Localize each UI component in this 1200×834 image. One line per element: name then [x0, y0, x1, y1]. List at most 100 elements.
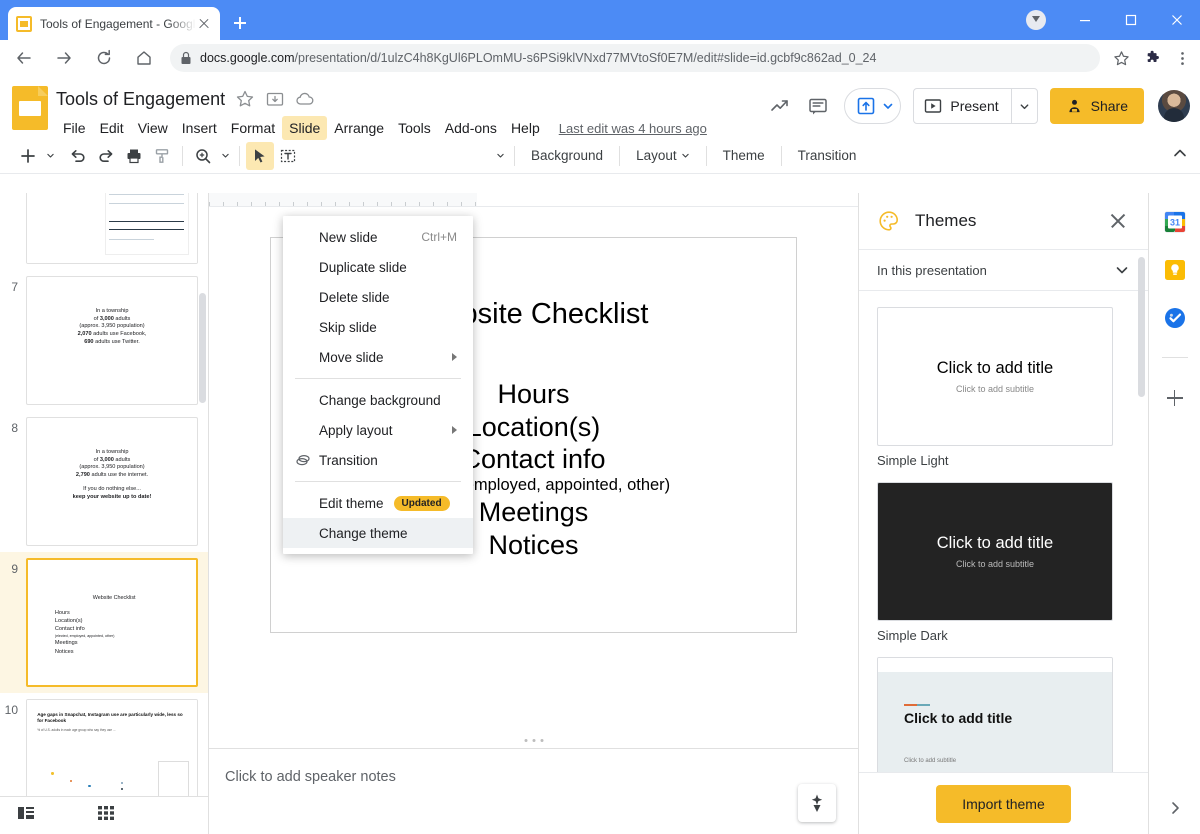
reload-button[interactable] — [88, 42, 120, 74]
menu-item-edit-theme[interactable]: Edit theme Updated — [283, 488, 473, 518]
grid-view-button[interactable] — [96, 803, 116, 828]
download-indicator-icon[interactable] — [1026, 10, 1046, 30]
google-tasks-icon[interactable] — [1164, 307, 1186, 329]
menu-edit[interactable]: Edit — [93, 116, 131, 140]
theme-thumbnail[interactable]: Click to add title Click to add subtitle — [877, 307, 1113, 446]
background-button[interactable]: Background — [521, 144, 613, 167]
menu-insert[interactable]: Insert — [175, 116, 224, 140]
paint-format-button[interactable] — [148, 142, 176, 170]
filmstrip-view-button[interactable] — [16, 803, 36, 828]
bookmark-star-icon[interactable] — [1106, 44, 1136, 72]
forward-button[interactable] — [48, 42, 80, 74]
theme-thumbnail[interactable]: Click to add title Click to add subtitle — [877, 482, 1113, 621]
thumbnail-side-panel — [157, 760, 189, 796]
menu-item-new-slide[interactable]: New slide Ctrl+M — [283, 222, 473, 252]
theme-thumbnail[interactable]: Click to add title Click to add subtitle — [877, 657, 1113, 772]
star-icon[interactable] — [235, 89, 255, 109]
user-avatar[interactable] — [1158, 90, 1190, 122]
new-slide-button[interactable] — [14, 142, 42, 170]
menu-view[interactable]: View — [131, 116, 175, 140]
menu-format[interactable]: Format — [224, 116, 282, 140]
themes-section-header[interactable]: In this presentation — [859, 249, 1148, 291]
present-button[interactable]: Present — [914, 89, 1010, 123]
import-theme-button[interactable]: Import theme — [936, 784, 1071, 823]
menu-item-move-slide[interactable]: Move slide — [283, 342, 473, 372]
menu-item-change-background[interactable]: Change background — [283, 385, 473, 415]
menu-item-apply-layout[interactable]: Apply layout — [283, 415, 473, 445]
share-button[interactable]: Share — [1049, 88, 1144, 124]
menu-arrange[interactable]: Arrange — [327, 116, 391, 140]
slide-thumbnail-selected[interactable]: Website Checklist Hours Location(s) Cont… — [26, 558, 198, 687]
transition-button[interactable]: Transition — [788, 144, 867, 167]
filmstrip-item-7[interactable]: 7 In a township of 3,000 adults (approx.… — [0, 270, 208, 411]
back-button[interactable] — [8, 42, 40, 74]
explore-button[interactable] — [798, 784, 836, 822]
google-calendar-icon[interactable]: 31 — [1164, 211, 1186, 233]
menu-file[interactable]: File — [56, 116, 93, 140]
text-box-button[interactable] — [274, 142, 302, 170]
expand-rail-button[interactable] — [1163, 796, 1187, 820]
select-tool-button[interactable] — [246, 141, 274, 170]
menu-item-delete-slide[interactable]: Delete slide — [283, 282, 473, 312]
filmstrip-item-6[interactable]: 6 @townofmintz — [0, 193, 208, 270]
speaker-notes-placeholder[interactable]: Click to add speaker notes — [225, 769, 858, 785]
menu-item-transition[interactable]: Transition — [283, 445, 473, 475]
undo-button[interactable] — [64, 142, 92, 170]
google-keep-icon[interactable] — [1164, 259, 1186, 281]
speaker-notes-panel[interactable]: Click to add speaker notes — [209, 748, 858, 834]
menu-slide[interactable]: Slide — [282, 116, 328, 140]
print-button[interactable] — [120, 142, 148, 170]
comments-icon[interactable] — [800, 88, 836, 124]
menu-addons[interactable]: Add-ons — [438, 116, 504, 140]
close-tab-icon[interactable] — [196, 16, 212, 32]
theme-button[interactable]: Theme — [713, 144, 775, 167]
google-slides-logo-icon[interactable] — [12, 86, 48, 130]
home-button[interactable] — [128, 42, 160, 74]
slide-thumbnail[interactable]: In a township of 3,000 adults (approx. 3… — [26, 417, 198, 546]
toolbar-overflow-caret[interactable] — [492, 142, 508, 170]
menu-help[interactable]: Help — [504, 116, 547, 140]
menu-item-duplicate-slide[interactable]: Duplicate slide — [283, 252, 473, 282]
close-themes-panel-icon[interactable] — [1106, 209, 1130, 233]
theme-card-streamline[interactable]: Click to add title Click to add subtitle… — [859, 657, 1148, 772]
move-to-folder-icon[interactable] — [265, 89, 285, 109]
slide-thumbnail[interactable]: In a township of 3,000 adults (approx. 3… — [26, 276, 198, 405]
present-share-toggle[interactable] — [844, 88, 902, 124]
extensions-puzzle-icon[interactable] — [1138, 44, 1166, 72]
browser-tab[interactable]: Tools of Engagement - Google Slides — [8, 7, 220, 40]
activity-dashboard-icon[interactable] — [762, 88, 798, 124]
cloud-saved-icon[interactable] — [295, 89, 315, 109]
slide-thumbnail[interactable]: Age gaps in Snapchat, Instagram use are … — [26, 699, 198, 796]
collapse-toolbar-button[interactable] — [1172, 145, 1188, 166]
chrome-menu-icon[interactable] — [1168, 44, 1196, 72]
filmstrip-item-8[interactable]: 8 In a township of 3,000 adults (approx.… — [0, 411, 208, 552]
menu-item-skip-slide[interactable]: Skip slide — [283, 312, 473, 342]
filmstrip-item-9[interactable]: 9 Website Checklist Hours Location(s) Co… — [0, 552, 208, 693]
minimize-button[interactable] — [1062, 0, 1108, 40]
zoom-options-button[interactable] — [217, 142, 233, 170]
menu-item-change-theme[interactable]: Change theme — [283, 518, 473, 548]
rail-divider — [1161, 357, 1188, 358]
layout-button[interactable]: Layout — [626, 144, 700, 167]
add-addon-button[interactable] — [1163, 386, 1187, 410]
new-tab-button[interactable] — [226, 9, 254, 37]
last-edit-link[interactable]: Last edit was 4 hours ago — [559, 121, 707, 136]
filmstrip-item-10[interactable]: 10 Age gaps in Snapchat, Instagram use a… — [0, 693, 208, 796]
theme-card-simple-light[interactable]: Click to add title Click to add subtitle… — [859, 307, 1148, 468]
page-title[interactable]: Tools of Engagement — [56, 89, 225, 110]
menu-tools[interactable]: Tools — [391, 116, 438, 140]
filmstrip-scrollbar[interactable] — [199, 293, 206, 403]
url-bar[interactable]: docs.google.com/presentation/d/1ulzC4h8K… — [170, 44, 1100, 72]
zoom-button[interactable] — [189, 142, 217, 170]
maximize-button[interactable] — [1108, 0, 1154, 40]
theme-card-simple-dark[interactable]: Click to add title Click to add subtitle… — [859, 482, 1148, 643]
redo-button[interactable] — [92, 142, 120, 170]
notes-resize-handle[interactable] — [524, 739, 543, 742]
new-slide-options-button[interactable] — [42, 142, 58, 170]
themes-panel-scrollbar[interactable] — [1138, 257, 1145, 397]
horizontal-ruler[interactable] — [209, 193, 858, 207]
line: Meetings — [54, 640, 78, 647]
present-options-button[interactable] — [1010, 89, 1037, 123]
slide-thumbnail[interactable]: @townofmintz — [26, 193, 198, 264]
close-window-button[interactable] — [1154, 0, 1200, 40]
